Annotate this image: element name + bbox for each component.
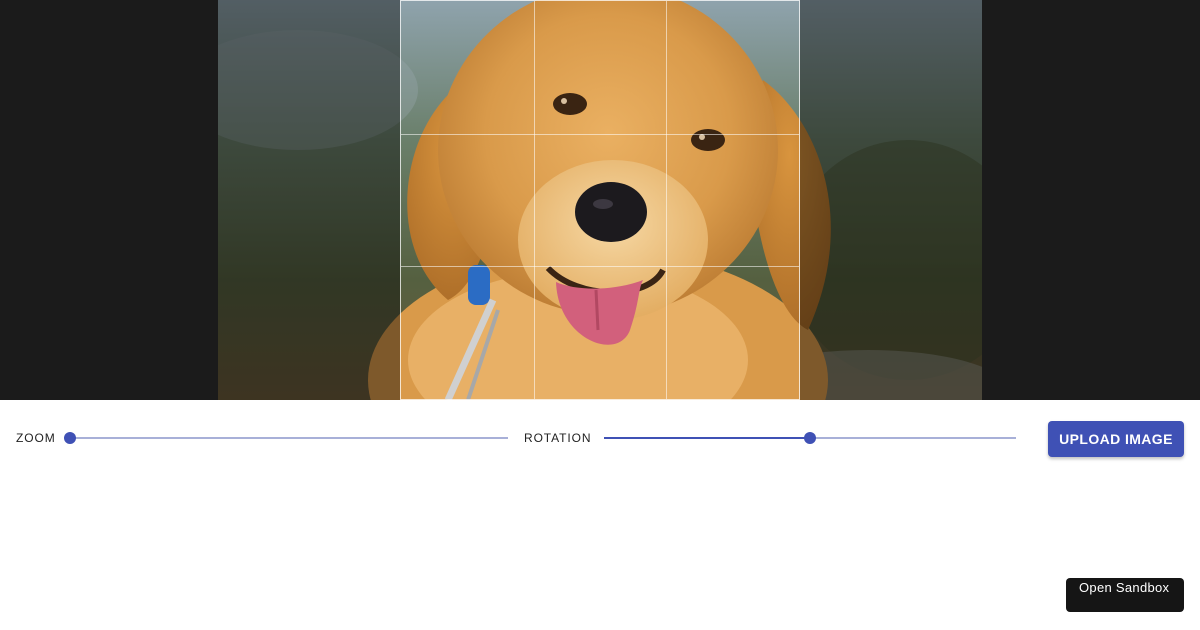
crop-area[interactable] (400, 0, 800, 400)
rotation-slider-fill (604, 437, 810, 439)
crop-overlay-left (218, 0, 400, 400)
upload-image-button[interactable]: UPLOAD IMAGE (1048, 421, 1184, 457)
zoom-slider-thumb[interactable] (64, 432, 76, 444)
crop-grid-line (534, 1, 535, 399)
image-cropper[interactable] (0, 0, 1200, 400)
crop-grid-line (401, 266, 799, 267)
crop-overlay-right (800, 0, 982, 400)
crop-grid-line (401, 134, 799, 135)
crop-grid-line (666, 1, 667, 399)
zoom-slider[interactable] (64, 428, 508, 448)
zoom-label: ZOOM (16, 431, 56, 445)
controls-bar: ZOOM ROTATION UPLOAD IMAGE (0, 400, 1200, 480)
rotation-label: ROTATION (524, 431, 592, 445)
rotation-slider[interactable] (604, 428, 1016, 448)
zoom-slider-track (70, 437, 508, 439)
open-sandbox-button[interactable]: Open Sandbox (1066, 578, 1184, 612)
rotation-slider-thumb[interactable] (804, 432, 816, 444)
